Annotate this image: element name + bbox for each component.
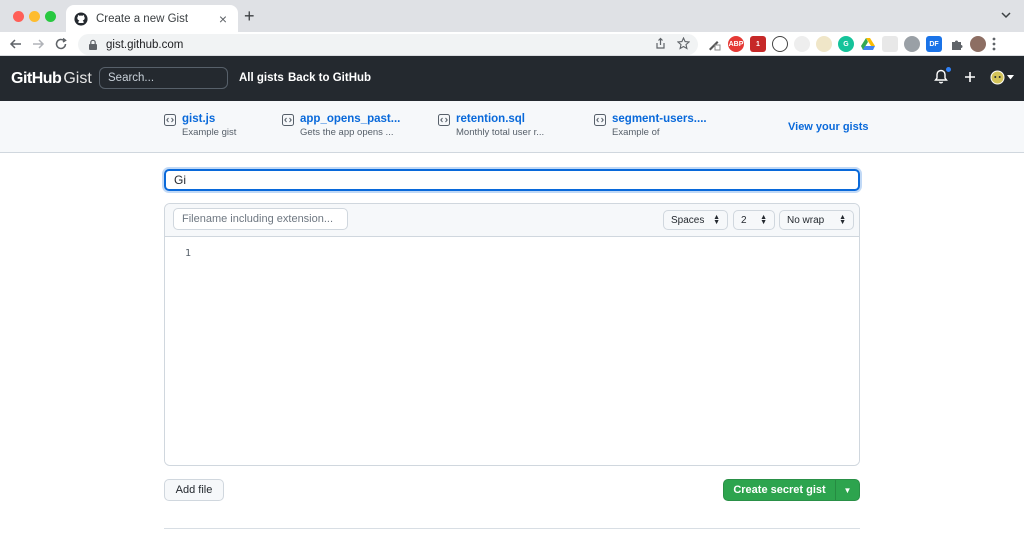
code-file-icon (594, 114, 606, 126)
github-favicon-icon (74, 11, 88, 26)
avatar-icon (990, 70, 1005, 84)
google-drive-icon[interactable] (860, 36, 876, 52)
back-arrow-icon[interactable] (8, 36, 24, 52)
extension-grey-icon[interactable] (794, 36, 810, 52)
recent-gist-desc: Example of (612, 127, 660, 138)
extension-df-icon[interactable]: DF (926, 36, 942, 52)
new-tab-button[interactable]: + (244, 7, 255, 25)
profile-avatar-icon[interactable] (970, 36, 986, 52)
tab-search-chevron-icon[interactable] (1000, 9, 1012, 21)
extension-pen-icon[interactable] (706, 36, 722, 52)
recent-gist-name[interactable]: app_opens_past... (300, 113, 400, 125)
recent-gist-name[interactable]: gist.js (182, 113, 236, 125)
tab-title: Create a new Gist (96, 12, 189, 25)
extensions-bar: ABP 1 G DF (706, 36, 996, 52)
recent-gist-item[interactable]: retention.sql Monthly total user r... (438, 113, 544, 138)
browser-toolbar: gist.github.com ABP 1 G DF (0, 32, 1024, 56)
forward-arrow-icon[interactable] (30, 36, 46, 52)
gist-description-input[interactable] (162, 167, 862, 193)
line-number: 1 (185, 248, 192, 259)
select-arrows-icon: ▲ ▼ (760, 214, 767, 226)
filename-input[interactable] (173, 208, 348, 230)
address-bar[interactable]: gist.github.com (78, 34, 698, 55)
gist-logo[interactable]: GitHub Gist (11, 70, 92, 88)
wrap-mode-value: No wrap (787, 214, 825, 226)
reload-icon[interactable] (53, 36, 69, 52)
indent-mode-value: Spaces (671, 214, 705, 226)
create-options-caret-icon[interactable]: ▼ (835, 480, 859, 500)
wrap-mode-select[interactable]: No wrap ▲ ▼ (779, 210, 854, 230)
bookmark-star-icon[interactable] (677, 37, 690, 50)
view-your-gists-link[interactable]: View your gists (788, 121, 869, 133)
recent-gist-name[interactable]: retention.sql (456, 113, 544, 125)
recent-gist-desc: Example gist (182, 127, 237, 138)
extension-globe-icon[interactable] (904, 36, 920, 52)
add-file-button[interactable]: Add file (164, 479, 224, 501)
recent-gist-desc: Gets the app opens ... (300, 127, 394, 138)
extensions-puzzle-icon[interactable] (948, 36, 964, 52)
recent-gist-desc: Monthly total user r... (456, 127, 545, 138)
adblock-plus-icon[interactable]: ABP (728, 36, 744, 52)
extension-gear-icon[interactable] (816, 36, 832, 52)
browser-menu-icon[interactable] (992, 37, 996, 51)
file-editor-header: Spaces ▲▼ 2 ▲▼ No wrap ▲▼ (165, 204, 859, 237)
browser-tab[interactable]: Create a new Gist × (66, 5, 238, 32)
gist-search-input[interactable] (99, 67, 228, 89)
extension-red-badge-icon[interactable]: 1 (750, 36, 766, 52)
code-file-icon (438, 114, 450, 126)
window-maximize-button[interactable] (45, 11, 56, 22)
url-text: gist.github.com (106, 38, 184, 51)
recent-gists-strip: gist.js Example gist app_opens_past... G… (0, 101, 1024, 153)
window-close-button[interactable] (13, 11, 24, 22)
code-file-icon (164, 114, 176, 126)
recent-gist-name[interactable]: segment-users.... (612, 113, 707, 125)
logo-gist-text: Gist (63, 70, 92, 87)
notification-dot (945, 66, 952, 73)
indent-mode-select[interactable]: Spaces ▲ ▼ (663, 210, 728, 230)
gist-file-editor: Spaces ▲▼ 2 ▲▼ No wrap ▲▼ 1 (164, 203, 860, 466)
indent-size-select[interactable]: 2 ▲ ▼ (733, 210, 775, 230)
code-file-icon (282, 114, 294, 126)
browser-tab-strip: Create a new Gist × + (0, 0, 1024, 32)
footer-divider (164, 528, 860, 529)
nav-back-to-github[interactable]: Back to GitHub (288, 72, 371, 84)
indent-size-value: 2 (741, 214, 747, 226)
code-editor-area[interactable]: 1 (165, 238, 859, 465)
notifications-bell-icon[interactable] (934, 66, 952, 85)
recent-gist-item[interactable]: app_opens_past... Gets the app opens ... (282, 113, 400, 138)
tab-close-icon[interactable]: × (216, 12, 230, 26)
select-arrows-icon: ▲ ▼ (839, 214, 846, 226)
user-avatar-menu[interactable] (990, 70, 1014, 85)
create-secret-gist-label[interactable]: Create secret gist (724, 484, 835, 496)
gist-header: GitHub Gist All gists Back to GitHub (0, 56, 1024, 101)
logo-github-text: GitHub (11, 70, 62, 87)
recent-gist-item[interactable]: segment-users.... Example of (594, 113, 707, 138)
recent-gist-item[interactable]: gist.js Example gist (164, 113, 236, 138)
window-minimize-button[interactable] (29, 11, 40, 22)
caret-down-icon (1007, 74, 1014, 79)
select-arrows-icon: ▲ ▼ (713, 214, 720, 226)
share-icon[interactable] (654, 37, 667, 50)
nav-all-gists[interactable]: All gists (239, 72, 284, 84)
extension-blank-icon[interactable] (882, 36, 898, 52)
grammarly-icon[interactable]: G (838, 36, 854, 52)
create-secret-gist-button[interactable]: Create secret gist ▼ (723, 479, 860, 501)
plus-create-icon[interactable] (964, 71, 976, 83)
extension-circle-icon[interactable] (772, 36, 788, 52)
lock-icon (89, 39, 97, 50)
